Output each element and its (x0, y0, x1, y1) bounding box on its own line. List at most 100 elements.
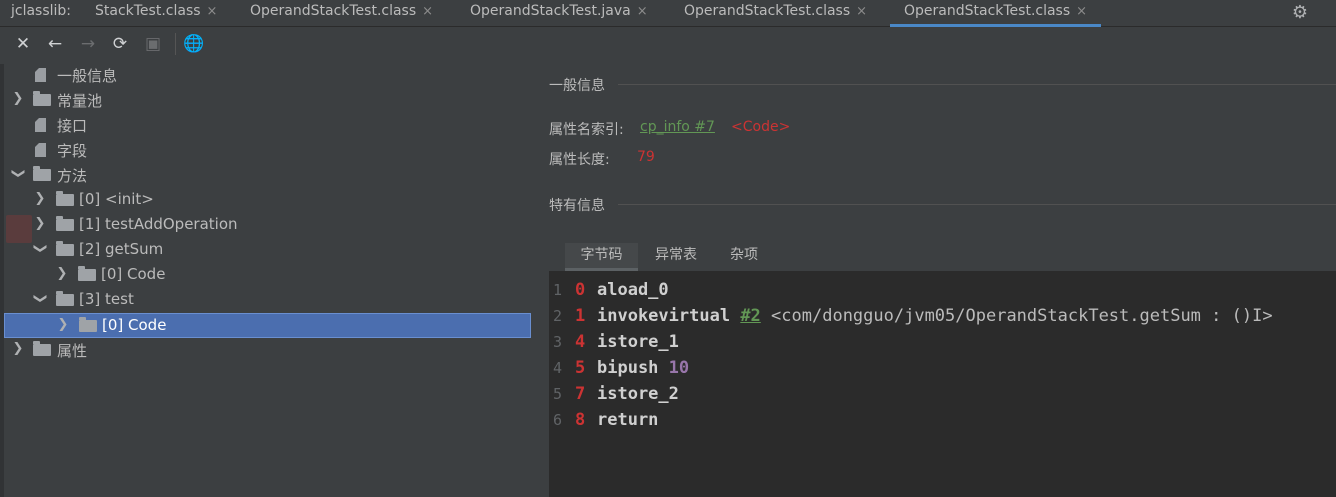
tab-prefix-label: jclasslib: (11, 3, 72, 19)
tree-item-label: [0] <init> (79, 190, 154, 208)
bytecode-offset: 0 (575, 280, 586, 300)
bytecode-offset: 7 (575, 384, 586, 404)
back-icon[interactable]: ← (44, 33, 66, 55)
bytecode-offset: 4 (575, 332, 586, 352)
tree-item-method-testaddoperation[interactable]: ❯ [1] testAddOperation (4, 213, 531, 238)
save-icon[interactable]: ▣ (142, 33, 164, 55)
folder-icon (56, 191, 74, 206)
tab-label: OperandStackTest.java (470, 3, 631, 19)
toolbar-separator (175, 33, 176, 55)
file-icon (35, 68, 46, 82)
tree-item-method-test[interactable]: ❯ [3] test (4, 288, 531, 313)
tree-item-label: 一般信息 (57, 67, 118, 85)
tree-item-attributes[interactable]: ❯ 属性 (4, 338, 531, 363)
close-icon[interactable]: × (207, 4, 218, 19)
folder-icon (33, 91, 51, 106)
tree-item-constant-pool[interactable]: ❯ 常量池 (4, 88, 531, 113)
chevron-down-icon[interactable]: ❯ (33, 292, 48, 306)
close-icon[interactable]: × (422, 4, 433, 19)
detail-panel: 一般信息 属性名索引: cp_info #7 <Code> 属性长度: 79 特… (538, 63, 1336, 497)
attr-name-index-label: 属性名索引: (549, 122, 624, 138)
tree-item-label: 方法 (57, 167, 88, 185)
web-icon[interactable]: 🌐 (183, 33, 205, 55)
bytecode-instruction: bipush 10 (597, 355, 689, 381)
bytecode-opcode: return (597, 410, 659, 430)
tree-item-fields[interactable]: 字段 (4, 138, 531, 163)
line-number: 3 (553, 333, 563, 351)
close-icon[interactable]: × (637, 4, 648, 19)
folder-icon (33, 341, 51, 356)
close-icon[interactable]: ✕ (12, 33, 34, 55)
tab-operandstacktest-class-2[interactable]: OperandStackTest.class × (684, 0, 867, 26)
tree-item-test-code[interactable]: ❯ [0] Code (4, 313, 531, 338)
tab-operandstacktest-class-active[interactable]: OperandStackTest.class × (890, 0, 1102, 27)
tab-stacktest-class[interactable]: StackTest.class × (95, 0, 217, 26)
chevron-right-icon[interactable]: ❯ (11, 341, 25, 356)
tree-item-label: [0] Code (102, 316, 167, 334)
tree-item-label: 接口 (57, 117, 88, 135)
method-ref-comment: <com/dongguo/jvm05/OperandStackTest.getS… (771, 306, 1273, 326)
gear-icon[interactable]: ⚙ (1292, 2, 1308, 23)
attr-length-label: 属性长度: (549, 152, 610, 168)
tree-item-label: 属性 (57, 342, 88, 360)
tab-misc[interactable]: 杂项 (721, 243, 767, 271)
line-number: 2 (553, 307, 563, 325)
attr-length-value: 79 (637, 149, 655, 165)
line-number: 1 (553, 281, 563, 299)
folder-icon (33, 166, 51, 181)
class-structure-tree: 一般信息 ❯ 常量池 接口 字段 ❯ 方法 ❯ [0] <init> ❯ [1]… (4, 63, 531, 497)
bytecode-offset: 8 (575, 410, 586, 430)
tab-operandstacktest-class-1[interactable]: OperandStackTest.class × (250, 0, 433, 26)
tree-item-general-info[interactable]: 一般信息 (4, 63, 531, 88)
tree-item-label: [3] test (79, 290, 134, 308)
forward-icon[interactable]: → (77, 33, 99, 55)
bytecode-instruction: invokevirtual #2 <com/dongguo/jvm05/Oper… (597, 303, 1273, 329)
chevron-down-icon[interactable]: ❯ (11, 167, 26, 181)
bytecode-view[interactable]: 1 0 aload_0 2 1 invokevirtual #2 <com/do… (549, 271, 1336, 497)
bytecode-opcode: bipush (597, 358, 659, 378)
line-number: 6 (553, 411, 563, 429)
line-number: 4 (553, 359, 563, 377)
tab-label: OperandStackTest.class (684, 3, 851, 19)
file-icon (35, 118, 46, 132)
chevron-right-icon[interactable]: ❯ (33, 216, 47, 231)
tab-operandstacktest-java[interactable]: OperandStackTest.java × (470, 0, 648, 26)
chevron-right-icon[interactable]: ❯ (11, 91, 25, 106)
chevron-right-icon[interactable]: ❯ (56, 317, 70, 332)
constant-ref-link[interactable]: #2 (740, 306, 760, 326)
folder-icon (78, 266, 96, 281)
attr-name-value: <Code> (731, 119, 791, 135)
general-info-title: 一般信息 (549, 78, 605, 94)
bytecode-opcode: istore_1 (597, 332, 679, 352)
tab-exception-table[interactable]: 异常表 (646, 243, 706, 271)
bytecode-opcode: invokevirtual (597, 306, 731, 326)
bytecode-offset: 1 (575, 306, 586, 326)
chevron-right-icon[interactable]: ❯ (55, 266, 69, 281)
tree-item-methods[interactable]: ❯ 方法 (4, 163, 531, 188)
chevron-down-icon[interactable]: ❯ (33, 242, 48, 256)
tree-item-label: [0] Code (101, 265, 166, 283)
editor-tab-bar: jclasslib: StackTest.class × OperandStack… (0, 0, 1336, 27)
refresh-icon[interactable]: ⟳ (109, 33, 131, 55)
bytecode-opcode: aload_0 (597, 280, 669, 300)
tab-bytecode[interactable]: 字节码 (565, 243, 638, 271)
tree-item-method-getsum[interactable]: ❯ [2] getSum (4, 238, 531, 263)
bytecode-operand: 10 (668, 358, 690, 378)
tree-item-label: 字段 (57, 142, 88, 160)
tree-item-label: [2] getSum (79, 240, 164, 258)
tab-label: OperandStackTest.class (904, 3, 1071, 19)
tree-item-method-init[interactable]: ❯ [0] <init> (4, 188, 531, 213)
cp-info-link[interactable]: cp_info #7 (640, 119, 715, 135)
folder-icon (56, 241, 74, 256)
close-icon[interactable]: × (1076, 4, 1087, 19)
toolbar: ✕ ← → ⟳ ▣ 🌐 (0, 27, 1336, 63)
bytecode-offset: 5 (575, 358, 586, 378)
section-divider (618, 84, 1336, 85)
chevron-right-icon[interactable]: ❯ (33, 191, 47, 206)
folder-icon (79, 317, 97, 332)
tree-item-getsum-code[interactable]: ❯ [0] Code (4, 263, 531, 288)
close-icon[interactable]: × (856, 4, 867, 19)
file-icon (35, 143, 46, 157)
specific-info-title: 特有信息 (549, 198, 605, 214)
tree-item-interfaces[interactable]: 接口 (4, 113, 531, 138)
